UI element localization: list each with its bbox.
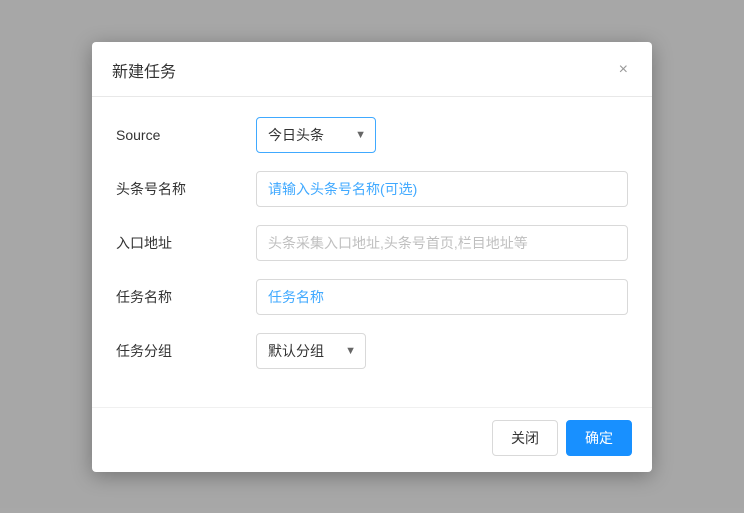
source-select[interactable]: 今日头条 微博 微信 xyxy=(256,117,376,153)
task-group-select[interactable]: 默认分组 xyxy=(256,333,366,369)
form-row-entry-url: 入口地址 xyxy=(116,225,628,261)
form-row-task-name: 任务名称 xyxy=(116,279,628,315)
label-source: Source xyxy=(116,127,256,143)
cancel-button[interactable]: 关闭 xyxy=(492,420,558,456)
control-account-name xyxy=(256,171,628,207)
task-group-select-wrapper: 默认分组 ▼ xyxy=(256,333,366,369)
entry-url-input[interactable] xyxy=(256,225,628,261)
modal-body: Source 今日头条 微博 微信 ▼ 头条号名称 xyxy=(92,97,652,407)
form-row-task-group: 任务分组 默认分组 ▼ xyxy=(116,333,628,369)
modal-dialog: 新建任务 × Source 今日头条 微博 微信 ▼ xyxy=(92,42,652,472)
label-task-group: 任务分组 xyxy=(116,341,256,361)
close-button[interactable]: × xyxy=(615,60,632,80)
source-select-wrapper: 今日头条 微博 微信 ▼ xyxy=(256,117,376,153)
modal-title: 新建任务 xyxy=(112,58,176,82)
confirm-button[interactable]: 确定 xyxy=(566,420,632,456)
control-task-group: 默认分组 ▼ xyxy=(256,333,628,369)
label-entry-url: 入口地址 xyxy=(116,233,256,253)
control-entry-url xyxy=(256,225,628,261)
form-row-account-name: 头条号名称 xyxy=(116,171,628,207)
task-name-input[interactable] xyxy=(256,279,628,315)
label-task-name: 任务名称 xyxy=(116,287,256,307)
account-name-input[interactable] xyxy=(256,171,628,207)
control-task-name xyxy=(256,279,628,315)
control-source: 今日头条 微博 微信 ▼ xyxy=(256,117,628,153)
modal-overlay: 新建任务 × Source 今日头条 微博 微信 ▼ xyxy=(0,0,744,513)
modal-footer: 关闭 确定 xyxy=(92,407,652,472)
form-row-source: Source 今日头条 微博 微信 ▼ xyxy=(116,117,628,153)
label-account-name: 头条号名称 xyxy=(116,179,256,199)
modal-header: 新建任务 × xyxy=(92,42,652,97)
